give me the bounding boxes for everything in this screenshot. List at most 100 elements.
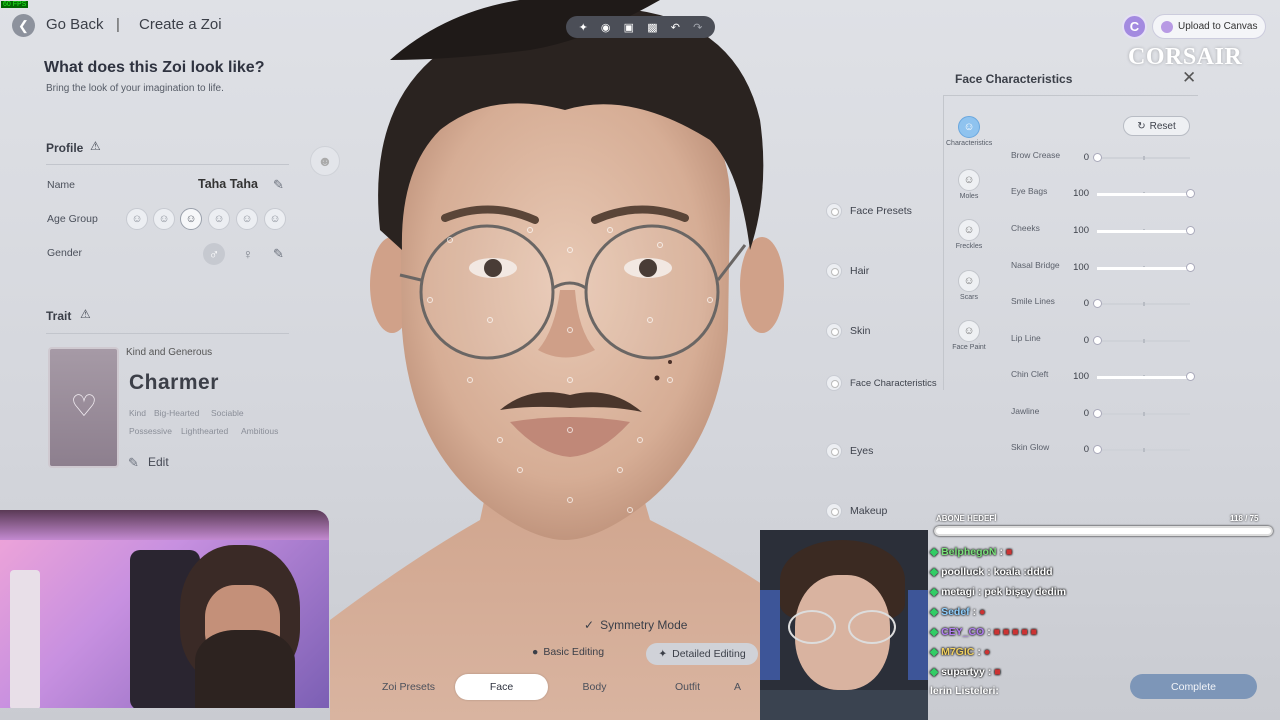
male-icon[interactable]: ♂ — [203, 243, 225, 265]
zoi-portrait[interactable] — [330, 0, 800, 720]
basic-editing-icon: ● — [532, 646, 539, 658]
category-face-paint[interactable]: ☺ Face Paint — [946, 320, 992, 351]
tab-zoi-presets[interactable]: Zoi Presets — [362, 674, 455, 700]
trait-subtitle: Kind and Generous — [126, 347, 213, 358]
menu-label: Eyes — [850, 445, 874, 457]
chat-text: : koala :dddd — [987, 566, 1053, 578]
category-characteristics[interactable]: ☺ Characteristics — [946, 116, 992, 147]
trait-tag: Kind — [129, 408, 147, 418]
menu-hair[interactable]: Hair — [826, 263, 869, 279]
slider-handle[interactable] — [1186, 372, 1195, 381]
trait-card[interactable]: ♡ — [48, 347, 119, 468]
fps-counter: 60 FPS — [1, 1, 29, 8]
subscriber-badge-icon: ◆ — [930, 666, 939, 678]
slider-track[interactable] — [1097, 226, 1195, 235]
back-arrow-icon[interactable]: ❮ — [12, 14, 35, 37]
edit-trait-button[interactable]: Edit — [148, 455, 169, 469]
detailed-editing-label: Detailed Editing — [672, 648, 746, 660]
tab-outfit[interactable]: Outfit — [641, 674, 734, 700]
slider-track[interactable] — [1093, 299, 1190, 308]
age-elder-icon[interactable]: ☺ — [264, 208, 286, 230]
name-value[interactable]: Taha Taha — [198, 177, 258, 191]
category-scars[interactable]: ☺ Scars — [946, 270, 992, 301]
panel-title: Face Characteristics — [955, 72, 1073, 86]
slider-track[interactable] — [1093, 409, 1190, 418]
edit-gender-icon[interactable]: ✎ — [270, 245, 287, 262]
age-teen-icon[interactable]: ☺ — [180, 208, 202, 230]
detailed-editing-button[interactable]: ✦ Detailed Editing — [646, 643, 758, 665]
tab-face[interactable]: Face — [455, 674, 548, 700]
chat-username[interactable]: Sedef — [941, 606, 970, 618]
chat-username[interactable]: M7GIC — [941, 646, 974, 658]
slider-value: 0 — [1083, 335, 1089, 346]
slider-track[interactable] — [1097, 263, 1195, 272]
slider-track[interactable] — [1093, 336, 1190, 345]
menu-label: Face Presets — [850, 205, 912, 217]
chat-message: ◆ Sedef: ● — [930, 606, 986, 618]
slider-handle[interactable] — [1093, 409, 1102, 418]
menu-eyes[interactable]: Eyes — [826, 443, 873, 459]
focus-icon[interactable]: ▩ — [647, 21, 657, 34]
chat-username[interactable]: supartyy — [941, 666, 985, 678]
slider-handle[interactable] — [1186, 226, 1195, 235]
menu-dot-icon — [826, 375, 842, 391]
subscriber-badge-icon: ◆ — [930, 566, 939, 578]
slider-track[interactable] — [1093, 153, 1190, 162]
go-back-link[interactable]: Go Back — [46, 16, 104, 33]
menu-skin[interactable]: Skin — [826, 323, 870, 339]
menu-face-characteristics[interactable]: Face Characteristics — [826, 375, 937, 391]
slider-track[interactable] — [1097, 189, 1195, 198]
slider-midpoint — [1143, 156, 1145, 160]
camera-icon[interactable]: ◉ — [601, 21, 611, 34]
warning-icon[interactable]: ⚠ — [90, 139, 101, 153]
sparkle-icon[interactable]: ✦ — [579, 21, 588, 34]
undo-icon[interactable]: ↶ — [671, 21, 680, 34]
basic-editing-button[interactable]: ● Basic Editing — [532, 646, 604, 658]
age-young-adult-icon[interactable]: ☺ — [208, 208, 230, 230]
chat-username[interactable]: CEY_CO — [941, 626, 984, 638]
sub-goal-value: 118 / 75 — [1230, 514, 1259, 523]
chat-username[interactable]: metagi — [941, 586, 975, 598]
slider-handle[interactable] — [1093, 336, 1102, 345]
slider-handle[interactable] — [1186, 189, 1195, 198]
female-icon[interactable]: ♀ — [237, 243, 259, 265]
slider-handle[interactable] — [1093, 445, 1102, 454]
slider-handle[interactable] — [1093, 299, 1102, 308]
slider-midpoint — [1143, 412, 1145, 416]
menu-makeup[interactable]: Makeup — [826, 503, 887, 519]
age-adult-icon[interactable]: ☺ — [236, 208, 258, 230]
avatar[interactable]: ☻ — [310, 146, 340, 176]
slider-handle[interactable] — [1093, 153, 1102, 162]
complete-button[interactable]: Complete — [1130, 674, 1257, 699]
edit-name-icon[interactable]: ✎ — [270, 176, 287, 193]
sub-goal-progress — [934, 526, 1273, 536]
category-freckles[interactable]: ☺ Freckles — [946, 219, 992, 250]
reset-button[interactable]: ↻ Reset — [1123, 116, 1190, 136]
category-moles[interactable]: ☺ Moles — [946, 169, 992, 200]
symmetry-icon: ✓ — [584, 618, 595, 632]
slider-handle[interactable] — [1186, 263, 1195, 272]
bottom-tabs: Zoi Presets Face Body Outfit A — [362, 673, 760, 701]
menu-label: Skin — [850, 325, 871, 337]
close-icon[interactable]: ✕ — [1182, 68, 1196, 88]
age-infant-icon[interactable]: ☺ — [126, 208, 148, 230]
age-child-icon[interactable]: ☺ — [153, 208, 175, 230]
chat-emote: ■ — [1006, 546, 1013, 558]
frame-icon[interactable]: ▣ — [624, 21, 634, 34]
chat-text: : — [977, 646, 981, 658]
trait-warning-icon[interactable]: ⚠ — [80, 307, 91, 321]
chat-username[interactable]: BelphegoN — [941, 546, 996, 558]
chat-text: : — [987, 626, 991, 638]
redo-icon[interactable]: ↷ — [693, 21, 702, 34]
slider-track[interactable] — [1097, 372, 1195, 381]
canvas-profile-icon[interactable]: C — [1122, 14, 1147, 39]
upload-to-canvas-button[interactable]: Upload to Canvas — [1152, 14, 1266, 39]
tab-accessories[interactable]: A — [734, 674, 752, 700]
edit-icon[interactable]: ✎ — [128, 455, 139, 471]
chat-username[interactable]: poolluck — [941, 566, 984, 578]
slider-track[interactable] — [1093, 445, 1190, 454]
slider-label: Brow Crease — [1011, 150, 1061, 160]
tab-body[interactable]: Body — [548, 674, 641, 700]
menu-face-presets[interactable]: Face Presets — [826, 203, 912, 219]
symmetry-mode-toggle[interactable]: ✓ Symmetry Mode — [584, 618, 687, 632]
